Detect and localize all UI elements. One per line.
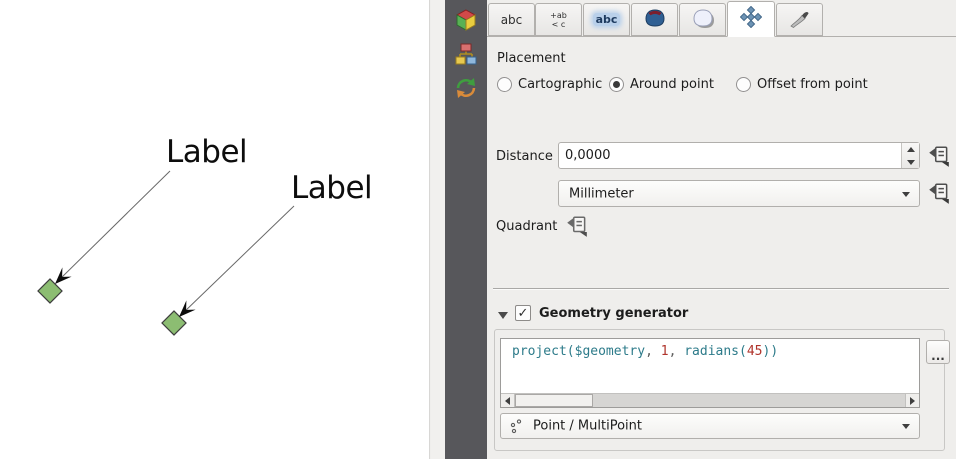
radio-circle xyxy=(497,77,512,92)
distance-label: Distance xyxy=(496,149,553,164)
map-canvas-drawing xyxy=(0,0,430,459)
tab-buffer[interactable]: abc xyxy=(583,3,630,36)
shadow-blob-icon xyxy=(692,8,714,32)
distance-spinbox xyxy=(558,142,920,169)
radio-cartographic-label: Cartographic xyxy=(518,77,602,92)
distance-unit-value: Millimeter xyxy=(569,186,634,201)
dropdown-arrow-icon xyxy=(902,424,910,429)
tab-placement[interactable] xyxy=(727,1,775,37)
unit-data-defined-override-button[interactable] xyxy=(927,181,951,205)
map-feature-label: Label xyxy=(166,134,247,170)
distance-unit-dropdown[interactable]: Millimeter xyxy=(558,180,920,207)
styling-sidebar xyxy=(445,0,487,459)
expression-variable: $geometry xyxy=(575,344,645,359)
map-canvas: Label Label xyxy=(0,0,430,459)
expression-number: 1 xyxy=(661,344,669,359)
radio-around-point[interactable]: Around point xyxy=(609,77,714,92)
expression-number: 45 xyxy=(747,344,763,359)
radio-circle-selected xyxy=(609,77,624,92)
collapse-triangle-icon[interactable] xyxy=(498,312,508,319)
expression-punct: )) xyxy=(763,344,779,359)
distance-spin-buttons xyxy=(901,143,919,168)
tab-text[interactable]: abc xyxy=(488,3,535,36)
radio-offset-from-point-label: Offset from point xyxy=(757,77,868,92)
expression-text: project($geometry, 1, radians(45)) xyxy=(512,344,778,359)
point-geometry-icon xyxy=(509,418,527,440)
expression-function: project( xyxy=(512,344,575,359)
geometry-type-value: Point / MultiPoint xyxy=(533,419,642,434)
expression-punct: , xyxy=(645,344,661,359)
expression-punct: , xyxy=(669,344,685,359)
geometry-type-dropdown[interactable]: Point / MultiPoint xyxy=(500,413,920,439)
geometry-generator-title: Geometry generator xyxy=(539,306,688,321)
expression-editor[interactable]: project($geometry, 1, radians(45)) xyxy=(500,338,920,408)
tab-shadow[interactable] xyxy=(679,3,726,36)
distance-input[interactable] xyxy=(565,143,885,168)
spin-down-button[interactable] xyxy=(902,156,920,168)
horizontal-scrollbar[interactable] xyxy=(501,393,919,407)
tab-rendering[interactable] xyxy=(776,3,823,36)
tab-background[interactable] xyxy=(631,3,678,36)
radio-cartographic[interactable]: Cartographic xyxy=(497,77,602,92)
expression-function: radians( xyxy=(684,344,747,359)
radio-offset-from-point[interactable]: Offset from point xyxy=(736,77,868,92)
callout-line xyxy=(182,206,294,314)
tab-buffer-label: abc xyxy=(593,13,621,26)
placement-section-title: Placement xyxy=(497,51,566,66)
distance-data-defined-override-button[interactable] xyxy=(927,144,951,168)
quadrant-data-defined-override-button[interactable] xyxy=(565,214,589,238)
label-settings-panel: abc +ab < c abc xyxy=(487,0,956,459)
right-arrow-icon xyxy=(910,397,915,405)
tab-formatting-line1: +ab xyxy=(550,11,567,20)
panel-splitter[interactable] xyxy=(431,0,445,459)
section-separator xyxy=(493,288,949,289)
expression-builder-button[interactable]: ... xyxy=(926,340,950,364)
tabbar-baseline xyxy=(487,36,956,37)
radio-around-point-label: Around point xyxy=(630,77,714,92)
tab-text-label: abc xyxy=(501,13,523,27)
map-feature-label: Label xyxy=(291,170,372,206)
labels-hierarchy-icon[interactable] xyxy=(453,41,479,67)
scroll-left-button[interactable] xyxy=(501,394,515,407)
quadrant-label: Quadrant xyxy=(496,219,557,234)
placement-diamonds-icon xyxy=(740,6,762,32)
callout-line xyxy=(58,171,170,281)
paintbrush-icon xyxy=(789,7,811,33)
dropdown-arrow-icon xyxy=(902,192,910,197)
qgis-label-settings-window: Label Label xyxy=(0,0,956,459)
symbology-cube-icon[interactable] xyxy=(453,7,479,33)
tab-formatting[interactable]: +ab < c xyxy=(535,3,582,36)
spin-up-button[interactable] xyxy=(902,143,920,155)
scroll-right-button[interactable] xyxy=(905,394,919,407)
background-blob-icon xyxy=(644,8,666,32)
geometry-generator-checkbox[interactable]: ✓ xyxy=(515,305,531,321)
radio-circle xyxy=(736,77,751,92)
checkmark-icon: ✓ xyxy=(518,306,529,321)
point-marker xyxy=(38,279,62,303)
scrollbar-thumb[interactable] xyxy=(515,394,593,407)
left-arrow-icon xyxy=(505,397,510,405)
up-arrow-icon xyxy=(907,147,915,152)
history-arrows-icon[interactable] xyxy=(453,75,479,101)
tab-formatting-line2: < c xyxy=(552,20,566,29)
down-arrow-icon xyxy=(907,160,915,165)
